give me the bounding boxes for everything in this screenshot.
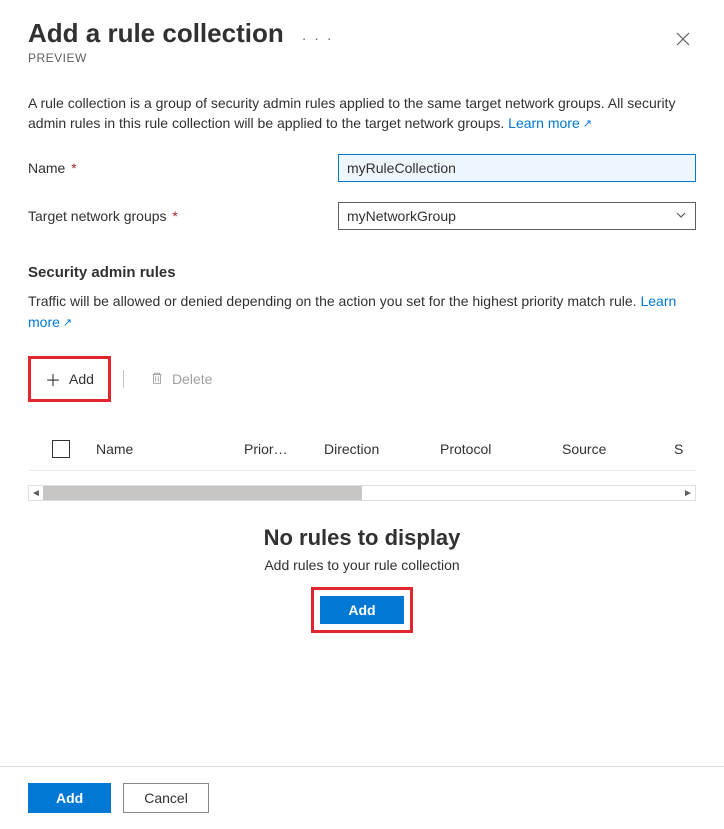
external-link-icon: ↗	[583, 117, 592, 133]
plus-icon: ＋	[45, 367, 61, 391]
column-protocol[interactable]: Protocol	[440, 441, 562, 457]
column-direction[interactable]: Direction	[324, 441, 440, 457]
select-all-checkbox[interactable]	[52, 440, 70, 458]
scroll-thumb[interactable]	[43, 486, 362, 500]
empty-add-button[interactable]: Add	[320, 596, 403, 624]
scroll-left-arrow[interactable]: ◄	[29, 486, 43, 500]
name-label-text: Name	[28, 160, 65, 176]
cancel-button[interactable]: Cancel	[123, 783, 209, 813]
preview-badge: PREVIEW	[28, 51, 333, 65]
column-source[interactable]: Source	[562, 441, 674, 457]
learn-more-link[interactable]: Learn more↗	[508, 115, 592, 131]
toolbar-divider	[123, 370, 124, 388]
column-priority[interactable]: Prior…	[244, 441, 324, 457]
target-label-text: Target network groups	[28, 208, 167, 224]
more-menu-icon[interactable]: · · ·	[302, 22, 334, 46]
trash-icon	[150, 371, 164, 388]
security-rules-heading: Security admin rules	[28, 264, 696, 281]
add-rule-toolbar-button[interactable]: ＋ Add	[28, 356, 111, 402]
delete-rule-toolbar-button: Delete	[136, 363, 226, 396]
target-groups-label: Target network groups *	[28, 208, 338, 224]
column-overflow[interactable]: S	[674, 441, 696, 457]
chevron-down-icon	[675, 209, 687, 224]
close-icon[interactable]	[670, 24, 696, 57]
target-groups-value: myNetworkGroup	[347, 208, 456, 224]
empty-state-title: No rules to display	[28, 525, 696, 551]
add-button[interactable]: Add	[28, 783, 111, 813]
page-title: Add a rule collection	[28, 18, 284, 49]
table-header-row: Name Prior… Direction Protocol Source S	[28, 428, 696, 470]
column-name[interactable]: Name	[96, 441, 244, 457]
name-input[interactable]	[338, 154, 696, 182]
scroll-track[interactable]	[43, 486, 681, 500]
empty-add-highlight: Add	[311, 587, 412, 633]
target-groups-dropdown[interactable]: myNetworkGroup	[338, 202, 696, 230]
scroll-right-arrow[interactable]: ►	[681, 486, 695, 500]
security-rules-subtext: Traffic will be allowed or denied depend…	[28, 291, 696, 332]
required-asterisk: *	[67, 160, 76, 176]
description-text: A rule collection is a group of security…	[28, 93, 696, 134]
name-label: Name *	[28, 160, 338, 176]
subtext-body: Traffic will be allowed or denied depend…	[28, 293, 640, 309]
learn-more-label: Learn more	[508, 115, 580, 131]
empty-state-subtitle: Add rules to your rule collection	[28, 557, 696, 573]
add-toolbar-label: Add	[69, 371, 94, 387]
delete-toolbar-label: Delete	[172, 371, 212, 387]
horizontal-scrollbar[interactable]: ◄ ►	[28, 485, 696, 501]
external-link-icon: ↗	[63, 316, 72, 332]
required-asterisk: *	[169, 208, 178, 224]
